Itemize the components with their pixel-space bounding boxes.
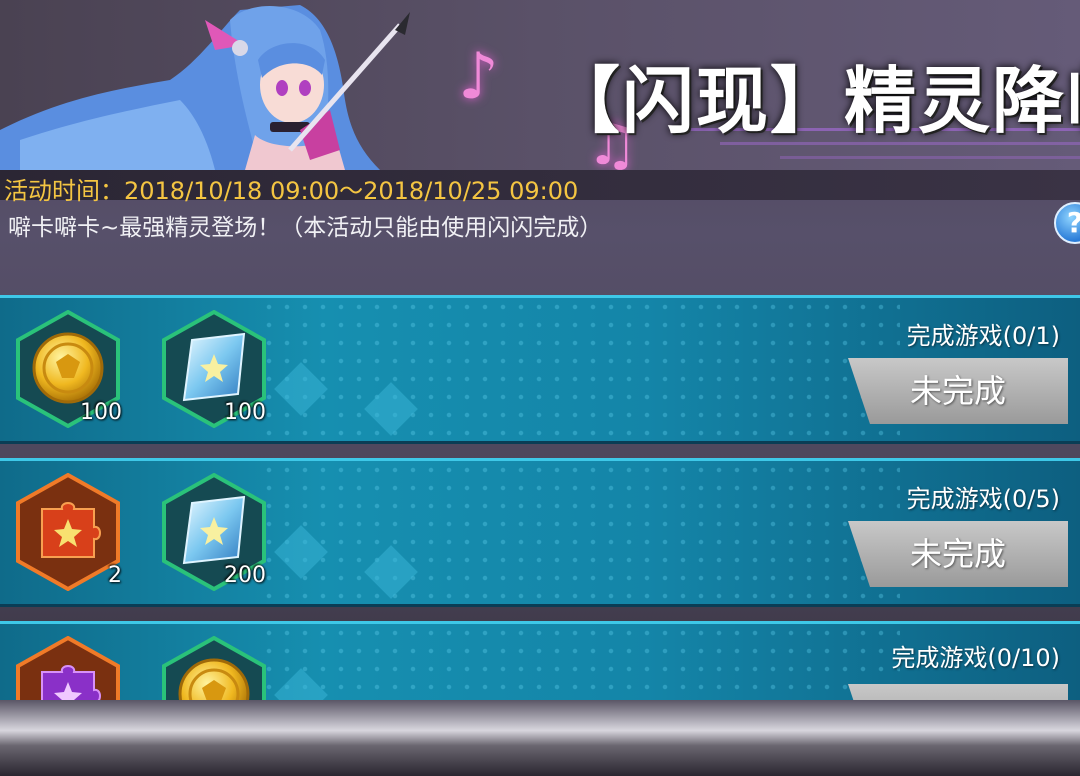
event-description: 噼卡噼卡~最强精灵登场！（本活动只能由使用闪闪完成） <box>8 215 603 241</box>
character-illustration <box>0 5 410 170</box>
reward-quantity: 100 <box>80 400 122 425</box>
task-progress: 完成游戏(0/10) <box>891 644 1060 672</box>
task-progress: 完成游戏(0/5) <box>906 485 1060 513</box>
incomplete-button[interactable]: 未完成 <box>848 358 1068 424</box>
panel-bottom-edge <box>0 700 1080 776</box>
gold-coin-icon[interactable] <box>162 636 266 704</box>
event-title: 【闪现】精灵降临 <box>548 59 1080 143</box>
task-progress: 完成游戏(0/1) <box>906 322 1060 350</box>
incomplete-button[interactable]: 未完成 <box>848 521 1068 587</box>
task-row: 100 100 完成游戏(0/1) 未完成 <box>0 295 1080 444</box>
event-time: 活动时间：2018/10/18 09:00～2018/10/25 09:00 <box>4 177 579 205</box>
purple-puzzle-piece-icon[interactable] <box>16 636 120 704</box>
task-row: 完成游戏(0/10) 未完成 <box>0 621 1080 704</box>
reward-quantity: 100 <box>224 400 266 425</box>
red-puzzle-piece-icon[interactable] <box>16 473 120 591</box>
question-mark-icon: ? <box>1067 206 1080 239</box>
task-row: 2 200 完成游戏(0/5) 未完成 <box>0 458 1080 607</box>
event-banner: ♪ ♫ 【闪现】精灵降临 <box>0 0 1080 170</box>
reward-quantity: 200 <box>224 563 266 588</box>
reward-quantity: 2 <box>108 563 122 588</box>
